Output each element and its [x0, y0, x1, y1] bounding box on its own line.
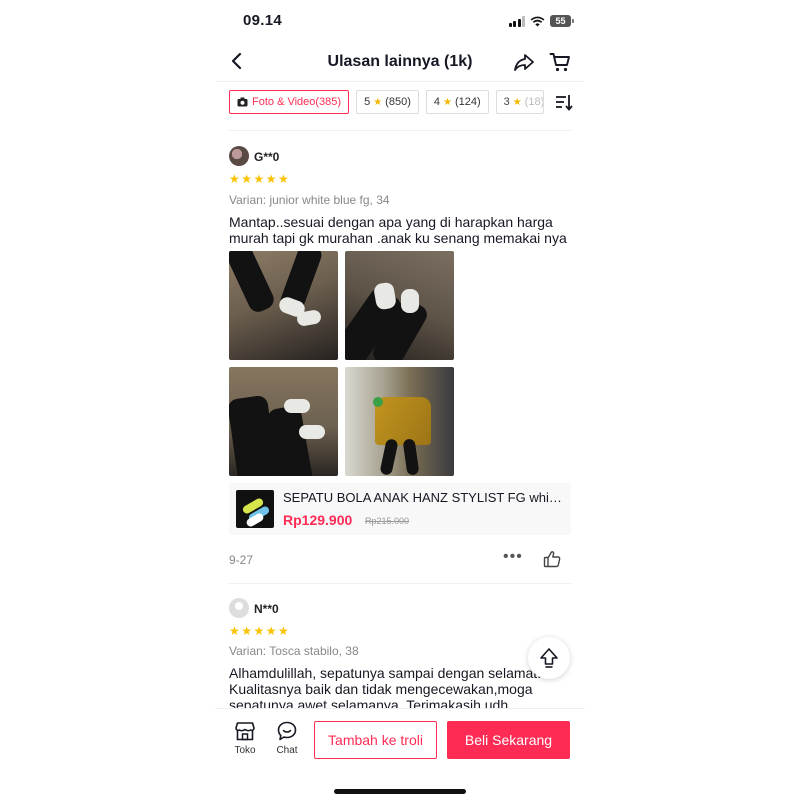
- product-card[interactable]: SEPATU BOLA ANAK HANZ STYLIST FG white b…: [229, 483, 571, 535]
- filter-photo-video[interactable]: Foto & Video(385): [229, 90, 350, 114]
- chat-icon: [277, 721, 297, 741]
- chat-button[interactable]: Chat: [270, 721, 304, 756]
- avatar[interactable]: [229, 146, 249, 166]
- filter-count: (18): [524, 96, 544, 108]
- sort-icon[interactable]: [555, 93, 573, 111]
- review-photo[interactable]: [345, 251, 454, 360]
- thumbs-up-icon[interactable]: [543, 550, 561, 568]
- star-icon: ★: [442, 96, 452, 108]
- product-name: SEPATU BOLA ANAK HANZ STYLIST FG white b…: [283, 490, 565, 505]
- review-variant: Varian: junior white blue fg, 34: [229, 193, 390, 207]
- filter-5-star[interactable]: 5 ★ (850): [356, 90, 419, 114]
- home-indicator[interactable]: [334, 789, 466, 794]
- shop-label: Toko: [234, 745, 256, 756]
- more-options-icon[interactable]: •••: [503, 549, 523, 566]
- arrow-up-icon: [540, 648, 558, 668]
- status-icons: 55: [508, 15, 574, 27]
- status-time: 09.14: [243, 12, 283, 29]
- product-price: Rp129.900: [283, 512, 353, 528]
- filter-rating-number: 3: [503, 96, 510, 108]
- filter-chips: Foto & Video(385) 5 ★ (850) 4 ★ (124) 3 ★ (18): [229, 90, 585, 116]
- review-text: Alhamdulillah, sepatunya sampai dengan s…: [229, 665, 542, 713]
- filter-count: (124): [454, 96, 481, 108]
- avatar[interactable]: [229, 598, 249, 618]
- bottom-action-bar: Toko Chat Tambah ke troli Beli Sekarang: [215, 708, 585, 800]
- review-text: Mantap..sesuai dengan apa yang di harapk…: [229, 214, 567, 246]
- rating-stars: ★★★★★: [229, 172, 291, 186]
- filter-3-star[interactable]: 3 ★ (18): [495, 90, 544, 114]
- shop-icon: [235, 722, 255, 741]
- review-photo[interactable]: [229, 251, 338, 360]
- filter-photo-video-label: Foto & Video(385): [252, 96, 342, 108]
- product-thumbnail: [236, 490, 274, 528]
- filter-count: (850): [385, 96, 411, 108]
- divider: [229, 583, 571, 584]
- cellular-signal-icon: [508, 15, 525, 27]
- status-bar: 09.14 55: [215, 12, 585, 34]
- review-username: G**0: [254, 150, 280, 164]
- scroll-to-top-button[interactable]: [528, 637, 570, 679]
- cart-icon[interactable]: [549, 51, 571, 73]
- review-variant: Varian: Tosca stabilo, 38: [229, 644, 359, 658]
- share-icon[interactable]: [513, 51, 535, 73]
- camera-icon: [237, 97, 248, 107]
- filter-rating-number: 5: [364, 96, 371, 108]
- review-photo[interactable]: [345, 367, 454, 476]
- top-nav: Ulasan lainnya (1k): [215, 44, 585, 82]
- review-date: 9-27: [229, 553, 254, 567]
- phone-screen: 09.14 55 Ulasan lainnya (1k) Foto & Vide…: [215, 0, 585, 800]
- wifi-icon: [530, 16, 545, 26]
- divider: [229, 130, 571, 131]
- review-username: N**0: [254, 602, 279, 616]
- chat-label: Chat: [276, 745, 298, 756]
- review-photo[interactable]: [229, 367, 338, 476]
- filter-rating-number: 4: [433, 96, 440, 108]
- star-icon: ★: [512, 96, 522, 108]
- filter-4-star[interactable]: 4 ★ (124): [425, 90, 489, 114]
- add-to-cart-button[interactable]: Tambah ke troli: [314, 721, 437, 759]
- shop-button[interactable]: Toko: [228, 721, 262, 756]
- rating-stars: ★★★★★: [229, 624, 291, 638]
- star-icon: ★: [373, 96, 383, 108]
- product-original-price: Rp215.000: [365, 516, 410, 526]
- battery-icon: 55: [550, 15, 574, 27]
- buy-now-button[interactable]: Beli Sekarang: [447, 721, 570, 759]
